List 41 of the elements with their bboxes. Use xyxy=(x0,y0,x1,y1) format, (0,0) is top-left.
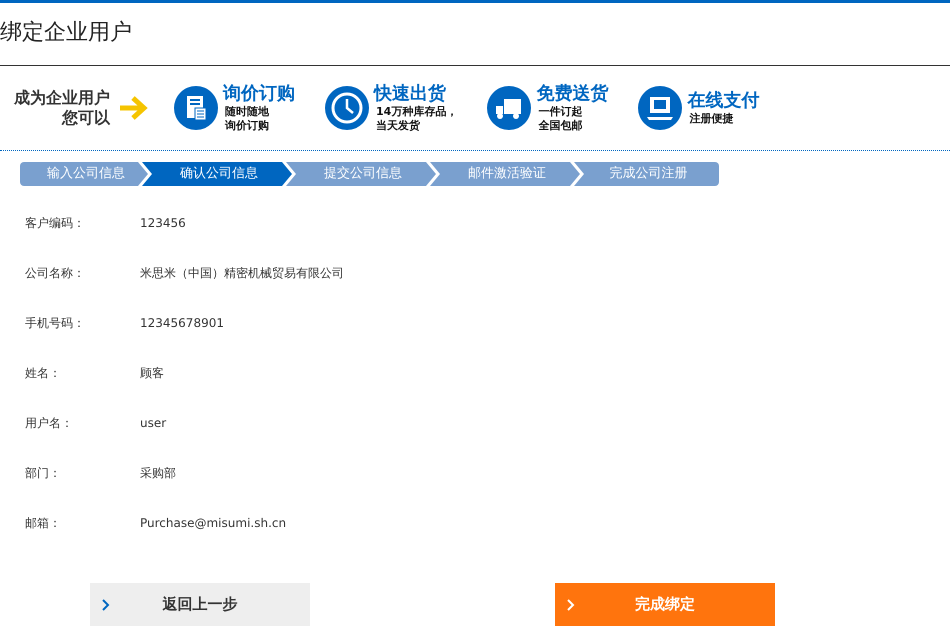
field-label: 部门： xyxy=(25,464,62,482)
field-label: 邮箱： xyxy=(25,514,62,532)
feature-text: 注册便捷 xyxy=(688,112,734,126)
feature-text: 14万种库存品， xyxy=(375,105,458,119)
field-label: 客户编码： xyxy=(25,214,86,232)
calculator-icon xyxy=(174,86,218,130)
arrow-icon xyxy=(118,95,148,121)
feature-text: 当天发货 xyxy=(375,119,421,133)
intro-text: 成为企业用户 xyxy=(14,88,110,108)
progress-step: 邮件激活验证 xyxy=(430,162,580,186)
feature-title: 询价订购 xyxy=(223,83,295,105)
intro-text: 您可以 xyxy=(62,108,110,128)
field-value: 顾客 xyxy=(140,364,164,382)
chevron-icon xyxy=(102,598,110,610)
field-value: user xyxy=(140,416,166,430)
truck-icon xyxy=(487,86,532,130)
feature-text: 询价订购 xyxy=(224,119,270,133)
feature-title: 在线支付 xyxy=(687,90,760,112)
field-value: 采购部 xyxy=(140,464,176,482)
page-title: 绑定企业用户 xyxy=(0,19,133,47)
progress-step: 完成公司注册 xyxy=(574,162,719,186)
chevron-icon xyxy=(567,598,575,610)
feature-text: 全国包邮 xyxy=(537,119,584,133)
clock-icon xyxy=(325,86,369,130)
field-label: 姓名： xyxy=(25,364,62,382)
feature-text: 随时随地 xyxy=(224,105,270,119)
field-value: Purchase@misumi.sh.cn xyxy=(140,516,286,530)
progress-step: 确认公司信息 xyxy=(142,162,292,186)
back-button[interactable]: 返回上一步 xyxy=(90,583,310,626)
feature-title: 快速出货 xyxy=(374,83,447,105)
field-value: 12345678901 xyxy=(140,316,224,330)
monitor-icon xyxy=(638,86,682,130)
field-label: 公司名称： xyxy=(25,264,86,282)
progress-step: 输入公司信息 xyxy=(20,162,148,186)
field-value: 米思米（中国）精密机械贸易有限公司 xyxy=(140,264,344,282)
field-value: 123456 xyxy=(140,216,186,230)
field-label: 手机号码： xyxy=(25,314,86,332)
field-label: 用户名： xyxy=(25,414,74,432)
progress-step: 提交公司信息 xyxy=(286,162,436,186)
feature-text: 一件订起 xyxy=(537,105,584,119)
feature-title: 免费送货 xyxy=(536,83,608,105)
